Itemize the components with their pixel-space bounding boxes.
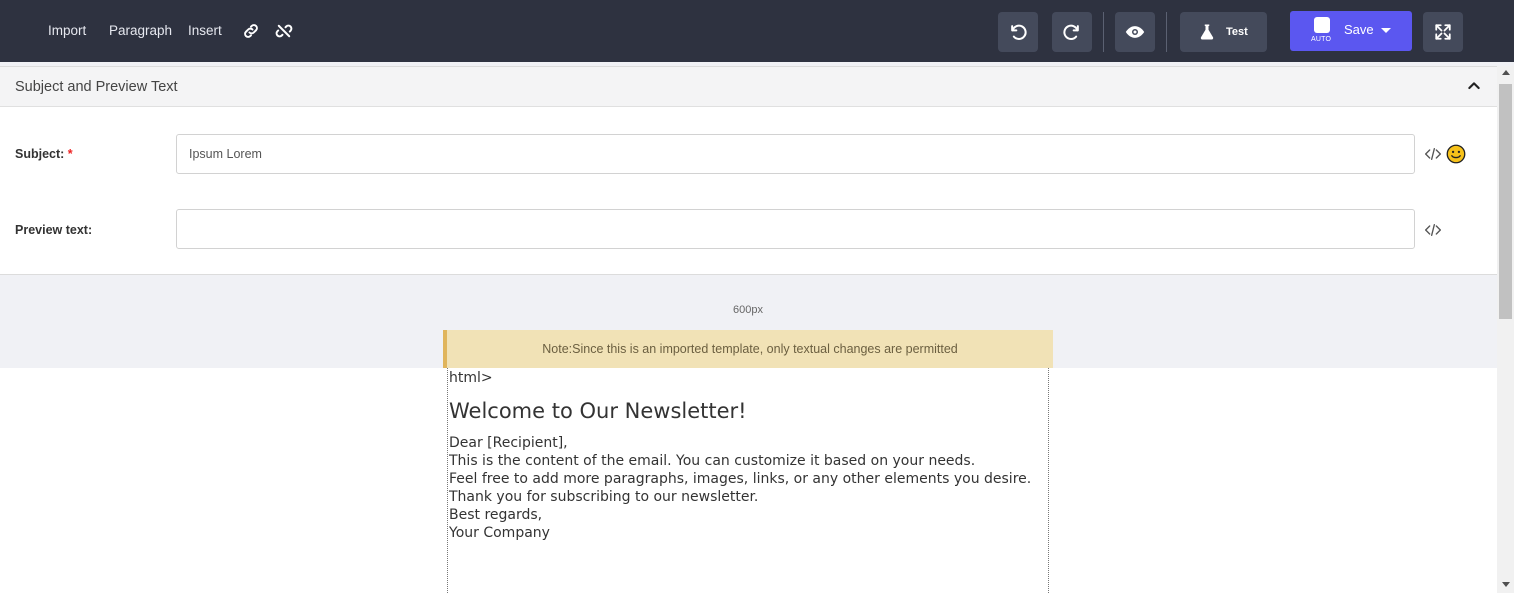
editor-toolbar: Import Paragraph Insert Test AUTO Save: [0, 0, 1514, 62]
menu-import[interactable]: Import: [48, 0, 86, 62]
email-line[interactable]: Best regards,: [449, 506, 542, 524]
toolbar-divider: [1103, 12, 1104, 52]
menu-insert[interactable]: Insert: [188, 0, 222, 62]
imported-template-note: Note:Since this is an imported template,…: [443, 330, 1053, 368]
email-stray-tag[interactable]: html>: [449, 370, 493, 386]
test-button[interactable]: Test: [1180, 12, 1267, 52]
code-icon[interactable]: [1425, 147, 1441, 161]
undo-icon: [1011, 24, 1027, 40]
auto-save-checkbox[interactable]: [1314, 17, 1330, 33]
unlink-icon[interactable]: [275, 22, 293, 40]
subject-label: Subject: *: [15, 147, 73, 161]
scroll-thumb[interactable]: [1499, 84, 1512, 319]
caret-down-icon[interactable]: [1381, 28, 1391, 33]
email-line[interactable]: This is the content of the email. You ca…: [449, 452, 975, 470]
email-line[interactable]: Thank you for subscribing to our newslet…: [449, 488, 758, 506]
preview-text-label: Preview text:: [15, 223, 93, 237]
required-mark: *: [67, 147, 73, 161]
subject-label-text: Subject:: [15, 147, 65, 161]
menu-paragraph[interactable]: Paragraph: [109, 0, 172, 62]
toolbar-divider: [1166, 12, 1167, 52]
email-line[interactable]: Feel free to add more paragraphs, images…: [449, 470, 1031, 488]
panel-header[interactable]: Subject and Preview Text: [0, 67, 1497, 107]
email-line[interactable]: Dear [Recipient],: [449, 434, 568, 452]
flask-icon: [1200, 24, 1214, 40]
save-button-label: Save: [1344, 22, 1374, 37]
canvas-width-label: 600px: [733, 304, 763, 316]
email-heading[interactable]: Welcome to Our Newsletter!: [449, 399, 747, 423]
fullscreen-button[interactable]: [1423, 12, 1463, 52]
emoji-icon[interactable]: [1446, 144, 1466, 164]
subject-input[interactable]: [176, 134, 1415, 174]
subject-preview-panel: Subject and Preview Text Subject: * Prev…: [0, 66, 1497, 275]
eye-icon: [1125, 26, 1145, 38]
preview-text-input[interactable]: [176, 209, 1415, 249]
save-button[interactable]: AUTO Save: [1290, 11, 1412, 51]
test-button-label: Test: [1226, 26, 1248, 38]
link-icon[interactable]: [242, 22, 260, 40]
fullscreen-icon: [1435, 24, 1451, 40]
scroll-up-arrow[interactable]: [1502, 70, 1510, 75]
preview-button[interactable]: [1115, 12, 1155, 52]
redo-icon: [1063, 24, 1079, 40]
scroll-down-arrow[interactable]: [1502, 582, 1510, 587]
redo-button[interactable]: [1052, 12, 1092, 52]
panel-title: Subject and Preview Text: [15, 79, 178, 95]
page-scrollbar[interactable]: [1497, 66, 1514, 593]
chevron-up-icon[interactable]: [1466, 78, 1482, 94]
email-body[interactable]: html> Welcome to Our Newsletter! Dear [R…: [447, 368, 1049, 593]
auto-save-label: AUTO: [1311, 36, 1332, 43]
code-icon[interactable]: [1425, 223, 1441, 237]
undo-button[interactable]: [998, 12, 1038, 52]
email-line[interactable]: Your Company: [449, 524, 550, 542]
